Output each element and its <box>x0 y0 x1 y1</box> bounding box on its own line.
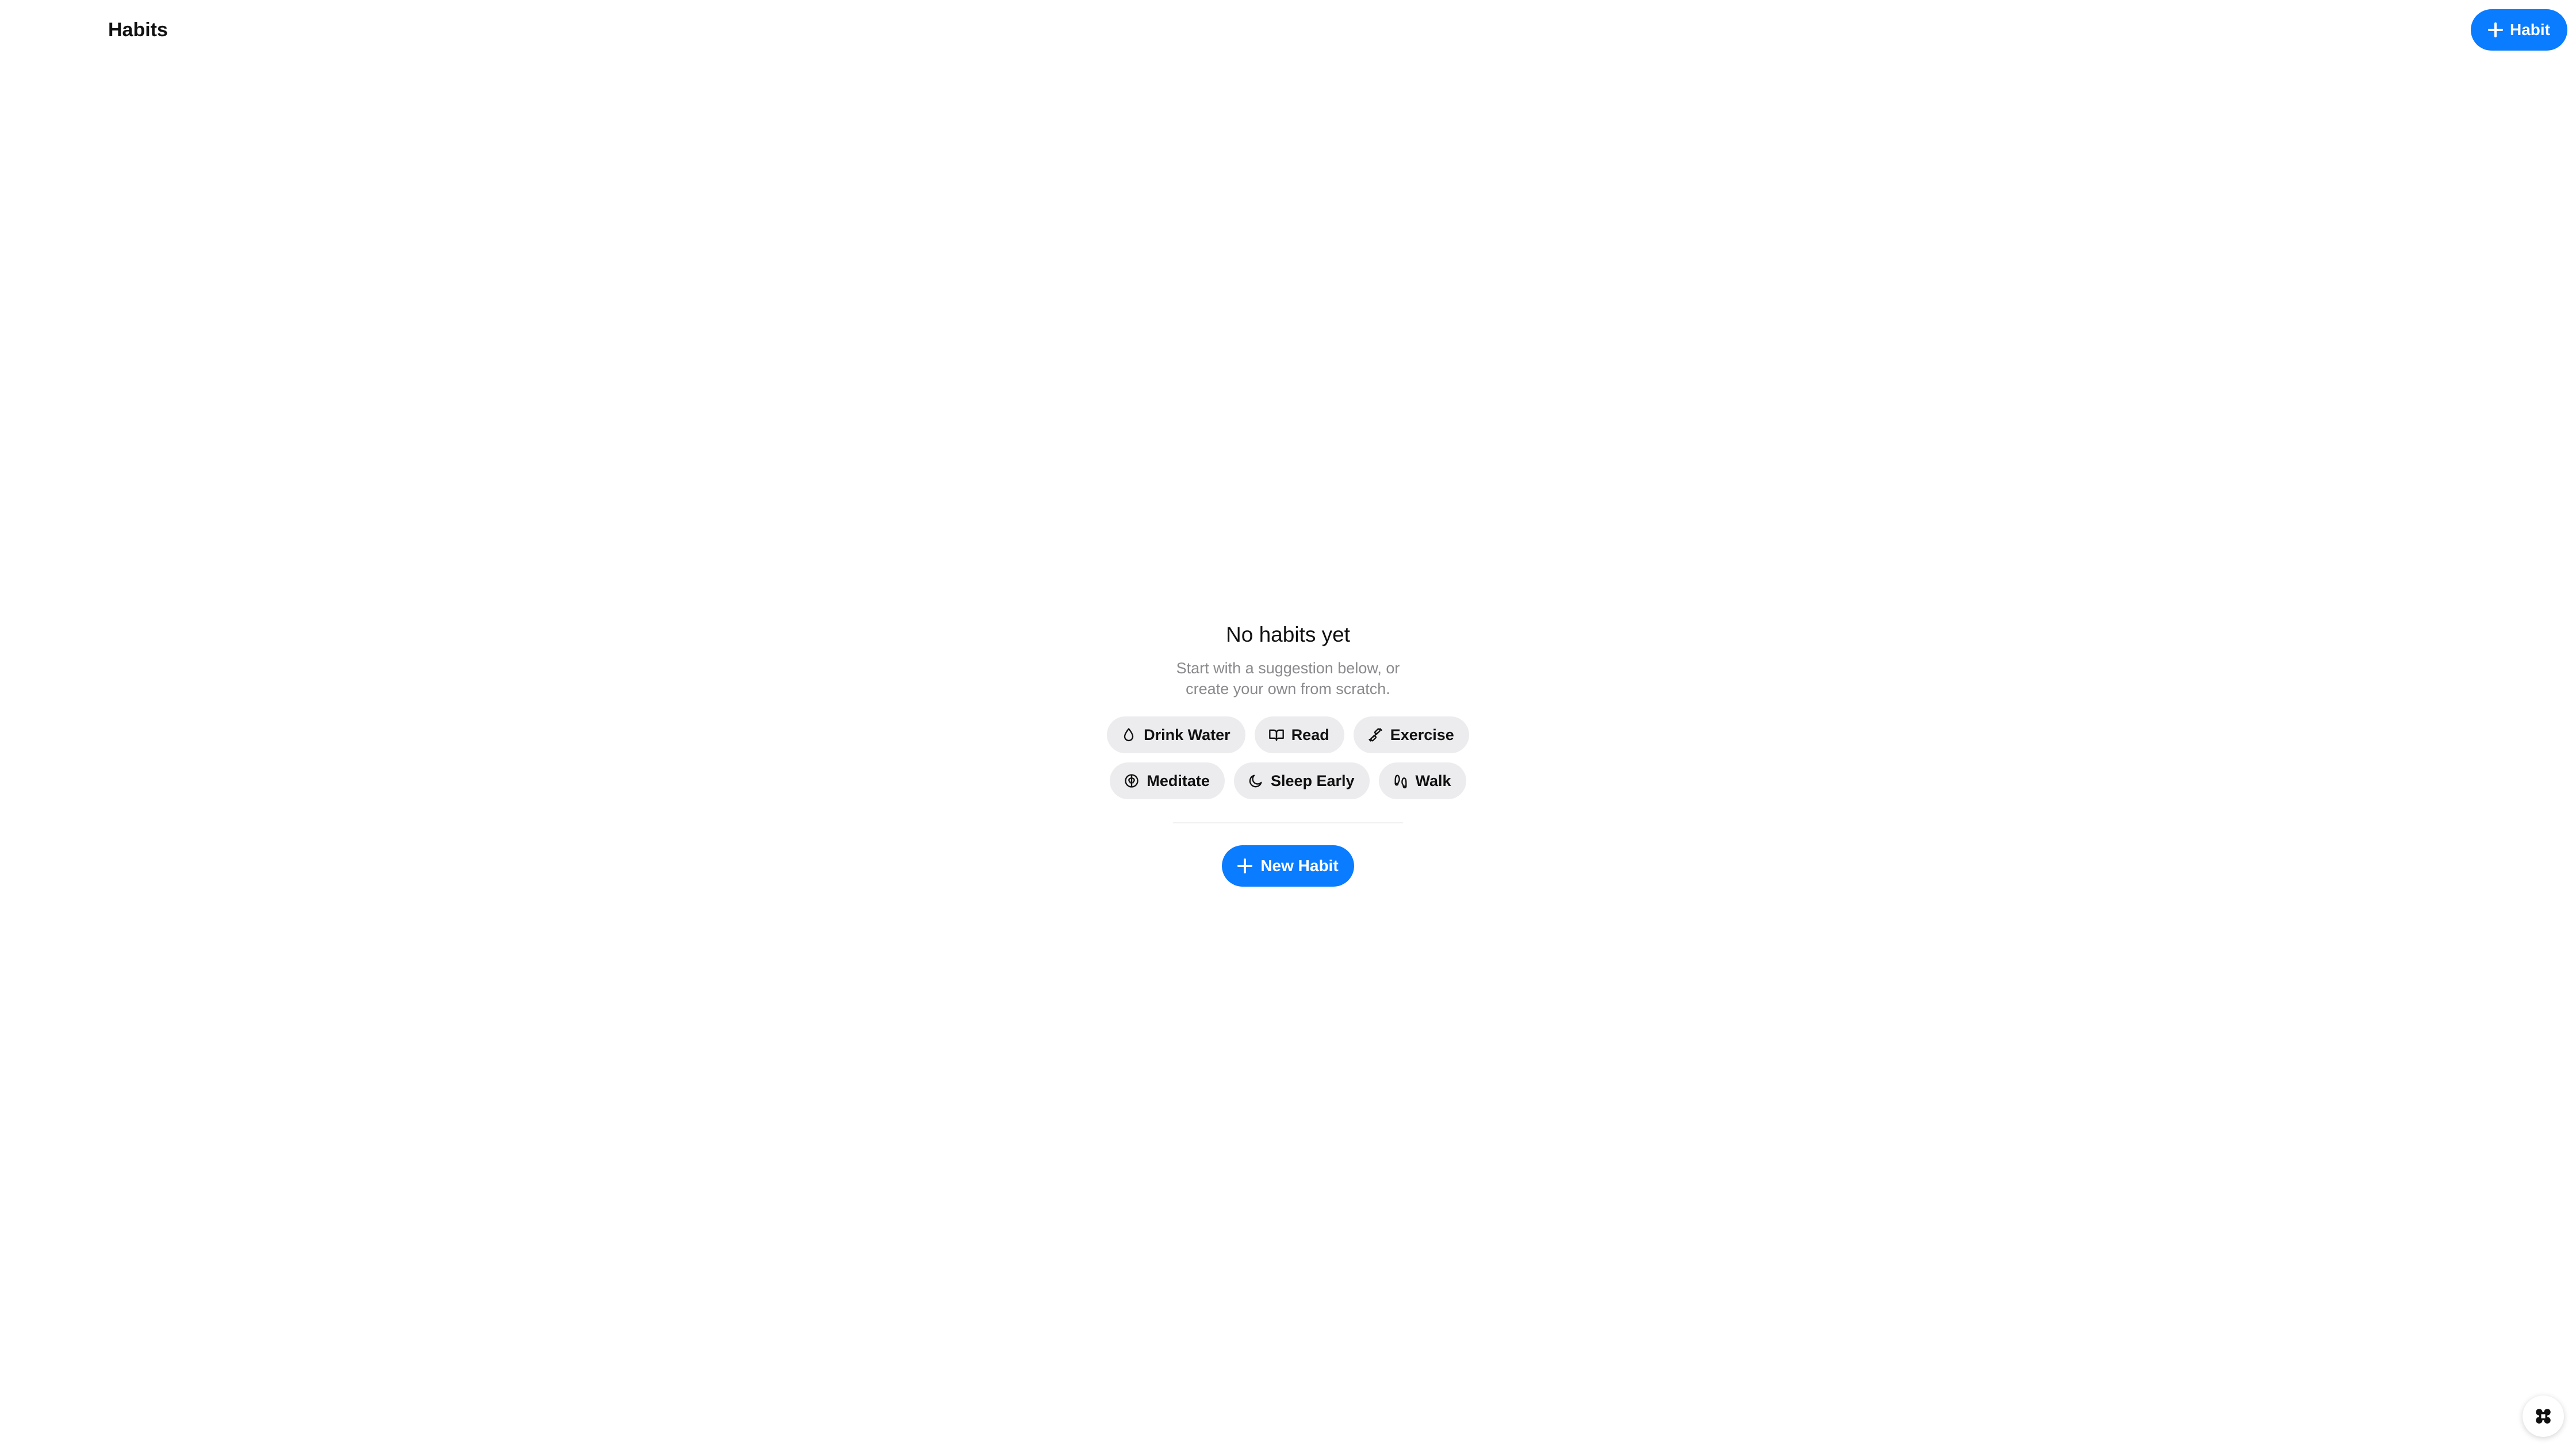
suggestion-walk[interactable]: Walk <box>1378 762 1466 799</box>
brain-icon <box>1125 774 1139 788</box>
add-habit-label: Habit <box>2510 21 2550 39</box>
empty-state: No habits yet Start with a suggestion be… <box>1058 615 1518 887</box>
suggestion-drink-water[interactable]: Drink Water <box>1107 716 1245 753</box>
suggestion-read[interactable]: Read <box>1254 716 1344 753</box>
add-habit-button[interactable]: Habit <box>2471 9 2567 51</box>
book-icon <box>1268 729 1284 741</box>
suggestion-meditate[interactable]: Meditate <box>1110 762 1225 799</box>
habits-page: Habits Habit No habits yet Start with a … <box>0 0 2576 1449</box>
suggestion-label: Sleep Early <box>1270 772 1355 789</box>
new-habit-button[interactable]: New Habit <box>1222 845 1354 887</box>
dumbbell-icon <box>1368 728 1382 742</box>
new-habit-label: New Habit <box>1260 857 1339 875</box>
droplet-icon <box>1124 728 1134 742</box>
empty-state-title: No habits yet <box>1226 623 1350 646</box>
footprints-icon <box>1394 775 1407 789</box>
moon-icon <box>1249 775 1262 788</box>
suggestion-label: Meditate <box>1147 772 1210 789</box>
suggestion-label: Walk <box>1415 772 1451 789</box>
page-title: Habits <box>108 19 168 41</box>
plus-icon <box>2488 22 2503 37</box>
suggestion-chips: Drink Water Read Exercise Meditate Sleep… <box>1058 716 1518 799</box>
suggestion-label: Read <box>1291 726 1329 743</box>
floating-command-button[interactable] <box>2523 1396 2564 1437</box>
suggestion-row: Drink Water Read Exercise <box>1107 716 1469 753</box>
suggestion-exercise[interactable]: Exercise <box>1353 716 1469 753</box>
top-bar: Habits Habit <box>0 0 2576 60</box>
suggestion-label: Drink Water <box>1144 726 1230 743</box>
divider <box>1173 822 1403 823</box>
suggestion-sleep-early[interactable]: Sleep Early <box>1233 762 1370 799</box>
plus-icon <box>1237 858 1253 873</box>
command-icon <box>2536 1409 2551 1424</box>
suggestion-label: Exercise <box>1390 726 1454 743</box>
suggestion-row: Meditate Sleep Early Walk <box>1110 762 1466 799</box>
empty-state-subtitle: Start with a suggestion below, or create… <box>1176 660 1400 697</box>
